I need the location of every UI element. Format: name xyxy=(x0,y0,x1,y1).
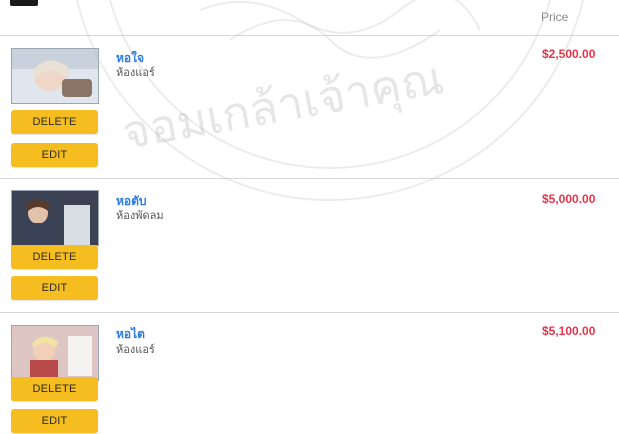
row-divider xyxy=(0,312,619,313)
delete-button[interactable]: DELETE xyxy=(11,245,98,269)
room-thumbnail xyxy=(11,190,99,246)
delete-button[interactable]: DELETE xyxy=(11,377,98,401)
room-price: $5,100.00 xyxy=(542,324,596,338)
delete-button[interactable]: DELETE xyxy=(11,110,98,134)
page-title-fragment xyxy=(10,0,38,6)
row-divider xyxy=(0,178,619,179)
room-price: $5,000.00 xyxy=(542,192,596,206)
room-type: ห้องพัดลม xyxy=(116,210,164,222)
edit-button[interactable]: EDIT xyxy=(11,409,98,433)
edit-button[interactable]: EDIT xyxy=(11,276,98,300)
svg-text:จอมเกล้าเจ้าคุณ: จอมเกล้าเจ้าคุณ xyxy=(118,50,447,161)
edit-button[interactable]: EDIT xyxy=(11,143,98,167)
room-type: ห้องแอร์ xyxy=(116,67,155,79)
room-thumbnail xyxy=(11,48,99,104)
room-thumbnail xyxy=(11,325,99,381)
price-column-header: Price xyxy=(541,10,569,24)
room-price: $2,500.00 xyxy=(542,47,596,61)
room-type: ห้องแอร์ xyxy=(116,344,155,356)
header-divider xyxy=(0,35,619,36)
